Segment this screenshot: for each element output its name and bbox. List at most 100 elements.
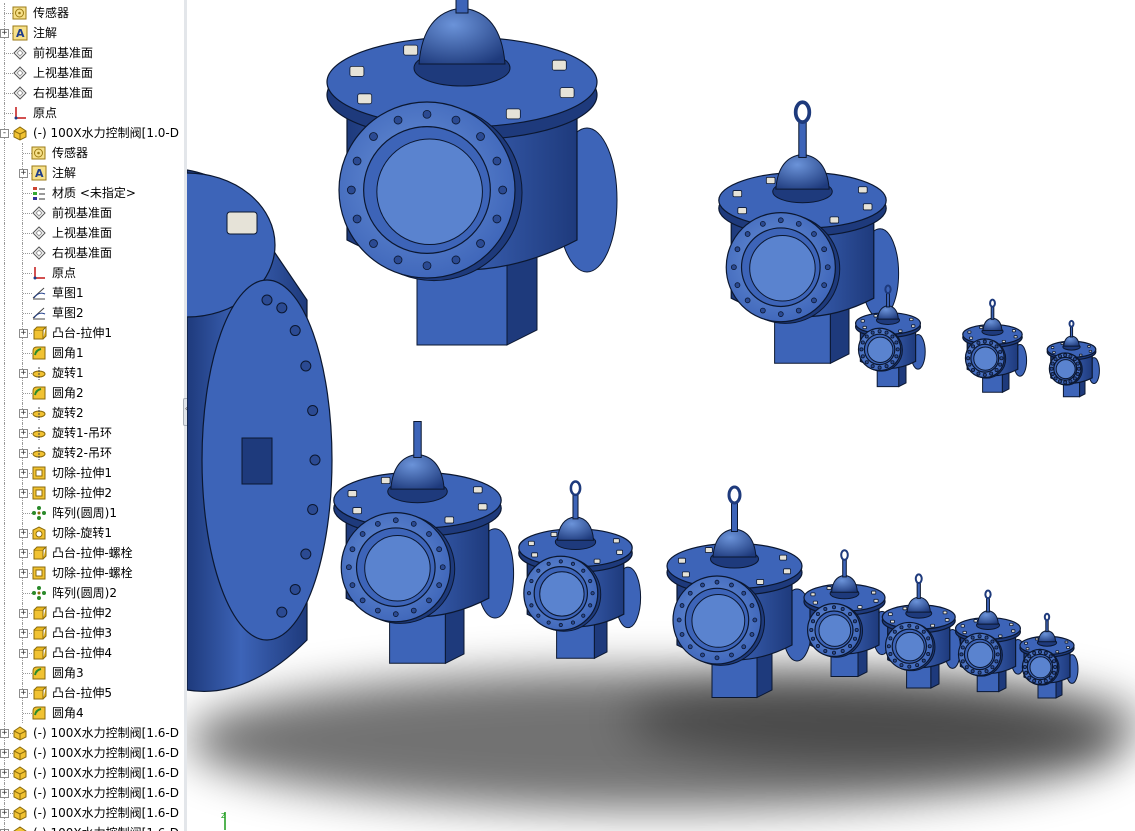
expand-toggle[interactable]: + <box>0 789 9 798</box>
bolt-hole <box>852 636 857 641</box>
tree-item-label: 切除-拉伸1 <box>52 466 112 480</box>
bolt-hole <box>276 302 288 314</box>
tree-item[interactable]: 圆角2 <box>0 383 184 403</box>
tree-item[interactable]: 阵列(圆周)1 <box>0 503 184 523</box>
bolt-hole <box>558 622 563 628</box>
bolt-hole <box>700 652 705 658</box>
expand-toggle[interactable]: + <box>19 609 28 618</box>
tree-part-node[interactable]: +(-) 100X水力控制阀[1.6-D <box>0 823 184 831</box>
tree-item[interactable]: 上视基准面 <box>0 63 184 83</box>
tree-part-node[interactable]: +(-) 100X水力控制阀[1.6-D <box>0 723 184 743</box>
revolve-icon <box>32 367 46 380</box>
feature-manager-tree[interactable]: 传感器 + A 注解 前视基准面 上视基准面 右视基准面 原点 - (-) 100X水力控制阀[1… <box>0 0 185 831</box>
bolt-hole <box>422 109 432 119</box>
expand-toggle[interactable]: + <box>19 529 28 538</box>
tree-item[interactable]: 阵列(圆周)2 <box>0 583 184 603</box>
tree-item[interactable]: + 凸台-拉伸-螺栓 <box>0 543 184 563</box>
bolt-hole <box>994 659 999 664</box>
tree-item[interactable]: + 切除-拉伸1 <box>0 463 184 483</box>
valve-small-6 <box>881 573 962 689</box>
tree-item[interactable]: + 凸台-拉伸2 <box>0 603 184 623</box>
dome <box>831 574 858 593</box>
bolt-hole <box>811 297 817 304</box>
hex-bolt <box>352 507 362 515</box>
tree-item[interactable]: + 旋转2-吊环 <box>0 443 184 463</box>
tree-guide-line <box>4 643 5 663</box>
bolt-hole <box>1043 651 1048 656</box>
expand-toggle[interactable]: + <box>0 29 9 38</box>
tree-item[interactable]: + 凸台-拉伸4 <box>0 643 184 663</box>
hex-bolt <box>960 624 965 628</box>
tree-item-label: (-) 100X水力控制阀[1.6-D <box>33 823 179 831</box>
expand-toggle[interactable]: + <box>0 749 9 758</box>
plane-icon <box>32 246 46 260</box>
tree-part-node[interactable]: +(-) 100X水力控制阀[1.6-D <box>0 763 184 783</box>
tree-item[interactable]: 圆角3 <box>0 663 184 683</box>
expand-toggle[interactable]: + <box>19 469 28 478</box>
bolt-hole <box>570 561 576 566</box>
expand-toggle[interactable]: + <box>19 449 28 458</box>
expand-toggle[interactable]: + <box>19 409 28 418</box>
expand-toggle[interactable]: + <box>19 429 28 438</box>
tree-item[interactable]: + 旋转1 <box>0 363 184 383</box>
bolt-hole <box>824 264 831 271</box>
tree-item[interactable]: 右视基准面 <box>0 83 184 103</box>
tree-item[interactable]: 原点 <box>0 103 184 123</box>
expand-toggle[interactable]: + <box>19 649 28 658</box>
tree-item[interactable]: + A 注解 <box>0 163 184 183</box>
collapse-toggle[interactable]: - <box>0 129 9 138</box>
expand-toggle[interactable]: + <box>19 329 28 338</box>
boss-extrude-icon <box>33 686 47 700</box>
bolt-hole <box>498 185 508 195</box>
tree-item[interactable]: 前视基准面 <box>0 43 184 63</box>
revolve-icon <box>32 407 46 420</box>
tree-item[interactable]: + 切除-旋转1 <box>0 523 184 543</box>
tree-item[interactable]: + 凸台-拉伸1 <box>0 323 184 343</box>
tree-item[interactable]: + 切除-拉伸-螺栓 <box>0 563 184 583</box>
tree-part-node[interactable]: +(-) 100X水力控制阀[1.6-D <box>0 743 184 763</box>
tree-item[interactable]: 圆角1 <box>0 343 184 363</box>
tree-item[interactable]: 草图1 <box>0 283 184 303</box>
expand-toggle[interactable]: + <box>19 569 28 578</box>
expand-toggle[interactable]: + <box>19 629 28 638</box>
tree-item[interactable]: 上视基准面 <box>0 223 184 243</box>
tree-item-label: 材质 <未指定> <box>52 186 136 200</box>
tree-item[interactable]: + 旋转2 <box>0 403 184 423</box>
tree-guide-line <box>4 483 5 503</box>
expand-toggle[interactable]: + <box>19 549 28 558</box>
tree-item[interactable]: + 凸台-拉伸5 <box>0 683 184 703</box>
tree-part-node[interactable]: +(-) 100X水力控制阀[1.6-D <box>0 803 184 823</box>
tree-item[interactable]: 右视基准面 <box>0 243 184 263</box>
tree-item[interactable]: 传感器 <box>0 3 184 23</box>
expand-toggle[interactable]: + <box>19 169 28 178</box>
bolt-hole <box>731 264 737 271</box>
boss-extrude-icon <box>33 326 47 340</box>
bolt-hole <box>884 364 889 369</box>
expand-toggle[interactable]: + <box>19 689 28 698</box>
tree-item[interactable]: 圆角4 <box>0 703 184 723</box>
expand-toggle[interactable]: + <box>0 729 9 738</box>
tree-item[interactable]: 传感器 <box>0 143 184 163</box>
tree-guide-line <box>4 503 5 523</box>
tree-item[interactable]: + 凸台-拉伸3 <box>0 623 184 643</box>
tree-item[interactable]: 原点 <box>0 263 184 283</box>
tree-item[interactable]: + 旋转1-吊环 <box>0 423 184 443</box>
bolt-hole <box>687 590 693 596</box>
expand-toggle[interactable]: + <box>19 369 28 378</box>
tree-part-node[interactable]: +(-) 100X水力控制阀[1.6-D <box>0 783 184 803</box>
tree-item[interactable]: 材质 <未指定> <box>0 183 184 203</box>
bolt-hole <box>300 548 312 560</box>
tree-item-label: 圆角1 <box>52 346 84 360</box>
tree-part-node[interactable]: - (-) 100X水力控制阀[1.0-D <box>0 123 184 143</box>
expand-toggle[interactable]: + <box>0 809 9 818</box>
expand-toggle[interactable]: + <box>19 489 28 498</box>
tree-item[interactable]: 草图2 <box>0 303 184 323</box>
tree-item[interactable]: + A 注解 <box>0 23 184 43</box>
hex-bolt <box>979 325 984 329</box>
expand-toggle[interactable]: + <box>0 769 9 778</box>
tree-item[interactable]: + 切除-拉伸2 <box>0 483 184 503</box>
bolt-hole <box>436 546 443 553</box>
tree-item-label: (-) 100X水力控制阀[1.0-D <box>33 126 179 140</box>
graphics-viewport[interactable] <box>187 0 1135 831</box>
tree-item[interactable]: 前视基准面 <box>0 203 184 223</box>
